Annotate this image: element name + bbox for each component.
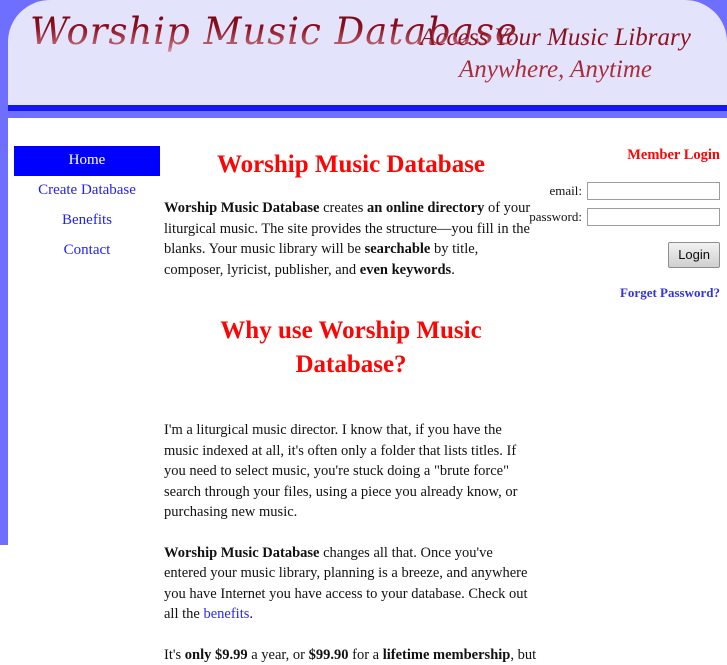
price-text-4: , but <box>510 647 536 663</box>
section-title-why-use: Why use Worship Music Database? <box>164 314 538 382</box>
section-title-line-1: Why use Worship Music <box>220 317 481 344</box>
price-text-2: a year, or <box>248 647 309 663</box>
solution-brand: Worship Music Database <box>164 545 320 561</box>
price-emphasis-yearly: only $9.99 <box>185 647 248 663</box>
primary-navigation: Home Create Database Benefits Contact <box>14 146 160 266</box>
email-field-row: email: <box>540 182 720 200</box>
nav-item-contact[interactable]: Contact <box>14 236 160 266</box>
section-title-line-2: Database? <box>295 351 406 378</box>
email-input[interactable] <box>587 182 720 200</box>
story-paragraph: I'm a liturgical music director. I know … <box>164 420 538 523</box>
member-login-title: Member Login <box>540 146 720 164</box>
nav-item-create-database[interactable]: Create Database <box>14 176 160 206</box>
nav-item-home[interactable]: Home <box>14 146 160 176</box>
solution-paragraph: Worship Music Database changes all that.… <box>164 543 538 625</box>
solution-text-2: . <box>249 606 253 622</box>
intro-text-1: creates <box>320 200 368 216</box>
site-header: Worship Music Database Access Your Music… <box>0 0 727 118</box>
price-text-1: It's <box>164 647 185 663</box>
price-emphasis-lifetime-amount: $99.90 <box>309 647 349 663</box>
page-title: Worship Music Database <box>164 150 538 180</box>
intro-text-4: . <box>451 262 455 278</box>
member-login-panel: Member Login email: password: Login Forg… <box>540 146 720 301</box>
login-button-row: Login <box>540 242 720 268</box>
benefits-link[interactable]: benefits <box>203 606 249 622</box>
intro-brand: Worship Music Database <box>164 200 320 216</box>
price-emphasis-lifetime-membership: lifetime membership <box>383 647 511 663</box>
forget-password-link[interactable]: Forget Password? <box>620 285 720 301</box>
tagline-line-1: Access Your Music Library <box>388 22 723 54</box>
intro-emphasis-searchable: searchable <box>365 241 431 257</box>
price-text-3: for a <box>348 647 382 663</box>
password-input[interactable] <box>587 208 720 226</box>
password-field-row: password: <box>540 208 720 226</box>
intro-emphasis-keywords: even keywords <box>360 262 451 278</box>
pricing-paragraph: It's only $9.99 a year, or $99.90 for a … <box>164 645 538 665</box>
email-label: email: <box>550 183 588 199</box>
intro-paragraph: Worship Music Database creates an online… <box>164 198 538 280</box>
main-content: Worship Music Database Worship Music Dat… <box>164 146 538 665</box>
tagline-line-2: Anywhere, Anytime <box>388 54 723 86</box>
site-tagline: Access Your Music Library Anywhere, Anyt… <box>388 22 723 86</box>
login-button[interactable]: Login <box>668 242 720 268</box>
password-label: password: <box>529 209 587 225</box>
intro-emphasis-directory: an online directory <box>367 200 484 216</box>
left-edge-accent-strip <box>0 0 8 545</box>
forget-password-row: Forget Password? <box>540 285 720 301</box>
header-panel: Worship Music Database Access Your Music… <box>8 0 727 111</box>
nav-item-benefits[interactable]: Benefits <box>14 206 160 236</box>
